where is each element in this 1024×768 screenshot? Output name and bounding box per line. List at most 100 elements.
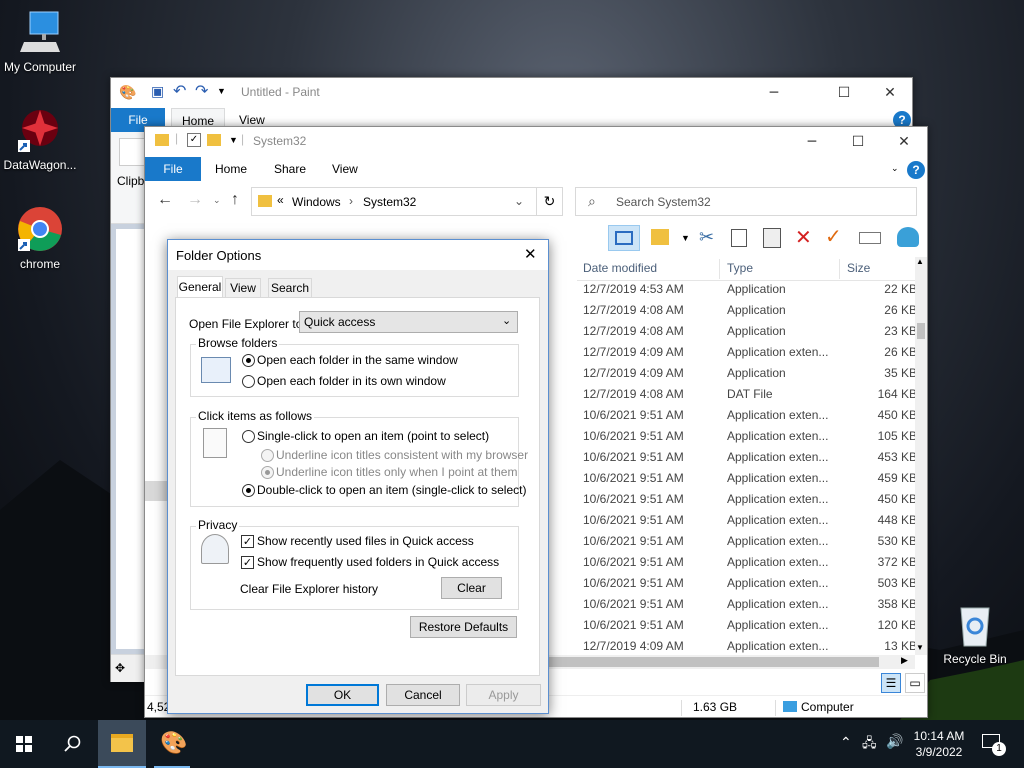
h-scroll-thumb[interactable]: [549, 657, 879, 667]
redo-icon[interactable]: ↷: [195, 81, 208, 101]
close-button[interactable]: ✕: [867, 78, 913, 108]
maximize-button[interactable]: ☐: [821, 78, 867, 108]
search-button[interactable]: [48, 720, 96, 768]
column-divider[interactable]: [719, 259, 720, 279]
tab-view[interactable]: View: [225, 278, 261, 298]
minimize-button[interactable]: ─: [789, 127, 835, 157]
taskbar-explorer[interactable]: [98, 720, 146, 768]
checkbox-recent-files-label[interactable]: Show recently used files in Quick access: [257, 534, 474, 548]
undo-icon[interactable]: ↶: [173, 81, 186, 101]
file-row[interactable]: 12/7/2019 4:09 AM Application exten... 13 …: [577, 636, 927, 657]
column-date-modified[interactable]: Date modified: [583, 261, 657, 275]
tab-search[interactable]: Search: [268, 278, 312, 298]
minimize-button[interactable]: ─: [751, 78, 797, 108]
radio-same-window-label[interactable]: Open each folder in the same window: [257, 353, 458, 367]
maximize-button[interactable]: ☐: [835, 127, 881, 157]
scroll-thumb[interactable]: [917, 323, 925, 339]
recent-locations-icon[interactable]: ⌄: [213, 195, 221, 206]
cancel-button[interactable]: Cancel: [386, 684, 460, 706]
delete-icon[interactable]: ✕: [795, 225, 812, 249]
explorer-tab-home[interactable]: Home: [215, 157, 247, 181]
explorer-titlebar[interactable]: | ✓ ▼ | System32 ─ ☐ ✕: [145, 127, 927, 157]
scroll-right-icon[interactable]: ▶: [901, 655, 908, 666]
radio-double-click-label[interactable]: Double-click to open an item (single-cli…: [257, 483, 526, 497]
file-list[interactable]: 12/7/2019 4:53 AM Application 22 KB 12/7/20…: [577, 279, 917, 657]
checkbox-frequent-folders[interactable]: ✓: [241, 556, 254, 569]
properties-icon[interactable]: ✓: [187, 133, 201, 147]
file-row[interactable]: 10/6/2021 9:51 AM Application exten... 358…: [577, 594, 927, 615]
file-row[interactable]: 12/7/2019 4:08 AM Application 26 KB: [577, 300, 927, 321]
breadcrumb-system32[interactable]: System32: [363, 195, 416, 209]
preview-pane-icon[interactable]: [608, 225, 640, 251]
folder-options-dialog[interactable]: Folder Options ✕ General View Search Ope…: [167, 239, 549, 714]
paint-canvas[interactable]: [116, 229, 146, 649]
address-bar[interactable]: « Windows › System32 ⌄: [251, 187, 537, 216]
clear-button[interactable]: Clear: [441, 577, 502, 599]
radio-underline-browser[interactable]: [261, 449, 274, 462]
file-row[interactable]: 10/6/2021 9:51 AM Application exten... 503…: [577, 573, 927, 594]
new-folder-icon[interactable]: [207, 134, 221, 146]
ribbon-expand-icon[interactable]: ⌄: [891, 163, 899, 174]
file-row[interactable]: 12/7/2019 4:09 AM Application 35 KB: [577, 363, 927, 384]
address-dropdown-icon[interactable]: ⌄: [514, 194, 524, 208]
explorer-tab-view[interactable]: View: [332, 157, 358, 181]
help-icon[interactable]: ?: [907, 161, 925, 179]
file-row[interactable]: 10/6/2021 9:51 AM Application exten... 448…: [577, 510, 927, 531]
large-icons-view-icon[interactable]: ▭: [905, 673, 925, 693]
volume-icon[interactable]: 🔊: [886, 733, 903, 750]
quick-access-dropdown-icon[interactable]: ▼: [217, 86, 226, 96]
radio-single-click[interactable]: [242, 430, 255, 443]
radio-double-click[interactable]: [242, 484, 255, 497]
tab-general[interactable]: General: [177, 276, 223, 298]
file-row[interactable]: 10/6/2021 9:51 AM Application exten... 120…: [577, 615, 927, 636]
back-icon[interactable]: ←: [157, 191, 173, 209]
desktop-icon-recycle-bin[interactable]: Recycle Bin: [935, 600, 1015, 666]
copy-icon[interactable]: [731, 229, 747, 247]
column-size[interactable]: Size: [847, 261, 870, 275]
desktop-icon-my-computer[interactable]: My Computer: [0, 8, 80, 74]
save-icon[interactable]: ▣: [151, 83, 164, 100]
radio-own-window-label[interactable]: Open each folder in its own window: [257, 374, 446, 388]
nav-pane-selection[interactable]: [145, 481, 169, 501]
details-view-icon[interactable]: ☰: [881, 673, 901, 693]
paint-titlebar[interactable]: 🎨 ▣ ↶ ↷ ▼ Untitled - Paint ─ ☐ ✕: [111, 78, 912, 108]
dialog-titlebar[interactable]: Folder Options ✕: [168, 240, 548, 270]
file-row[interactable]: 10/6/2021 9:51 AM Application exten... 105…: [577, 426, 927, 447]
file-row[interactable]: 10/6/2021 9:51 AM Application exten... 530…: [577, 531, 927, 552]
notification-button[interactable]: 1: [980, 732, 1006, 756]
taskbar-paint[interactable]: 🎨: [148, 720, 196, 768]
radio-underline-point-label[interactable]: Underline icon titles only when I point …: [276, 465, 517, 479]
network-icon[interactable]: 🖧: [862, 734, 877, 756]
radio-own-window[interactable]: [242, 375, 255, 388]
breadcrumb-windows[interactable]: Windows: [292, 195, 341, 209]
search-box[interactable]: ⌕ Search System32: [575, 187, 917, 216]
cut-icon[interactable]: ✂: [699, 227, 714, 248]
radio-underline-browser-label[interactable]: Underline icon titles consistent with my…: [276, 448, 528, 462]
desktop-icon-datawagon[interactable]: DataWagon...: [0, 106, 80, 172]
clock[interactable]: 10:14 AM 3/9/2022: [912, 728, 966, 760]
forward-icon[interactable]: →: [187, 191, 203, 209]
start-button[interactable]: [0, 720, 48, 768]
radio-underline-point[interactable]: [261, 466, 274, 479]
file-row[interactable]: 10/6/2021 9:51 AM Application exten... 372…: [577, 552, 927, 573]
file-row[interactable]: 10/6/2021 9:51 AM Application exten... 453…: [577, 447, 927, 468]
rename-check-icon[interactable]: ✓: [825, 224, 842, 248]
scroll-up-icon[interactable]: ▲: [916, 257, 924, 266]
scroll-down-icon[interactable]: ▼: [916, 643, 924, 652]
rename-icon[interactable]: [859, 232, 881, 244]
checkbox-recent-files[interactable]: ✓: [241, 535, 254, 548]
close-icon[interactable]: ✕: [524, 245, 537, 263]
breadcrumb-prefix[interactable]: «: [277, 193, 284, 207]
open-explorer-select[interactable]: Quick access ⌄: [299, 311, 518, 333]
refresh-icon[interactable]: ↻: [536, 187, 563, 216]
quick-access-dropdown-icon[interactable]: ▼: [229, 135, 238, 145]
explorer-tab-file[interactable]: File: [145, 157, 201, 181]
apply-button[interactable]: Apply: [466, 684, 541, 706]
file-row[interactable]: 10/6/2021 9:51 AM Application exten... 450…: [577, 405, 927, 426]
explorer-tab-share[interactable]: Share: [274, 157, 306, 181]
paste-icon[interactable]: [763, 228, 781, 248]
column-divider[interactable]: [839, 259, 840, 279]
share-icon[interactable]: [897, 227, 919, 247]
vertical-scrollbar[interactable]: ▲ ▼: [915, 257, 927, 655]
restore-defaults-button[interactable]: Restore Defaults: [410, 616, 517, 638]
